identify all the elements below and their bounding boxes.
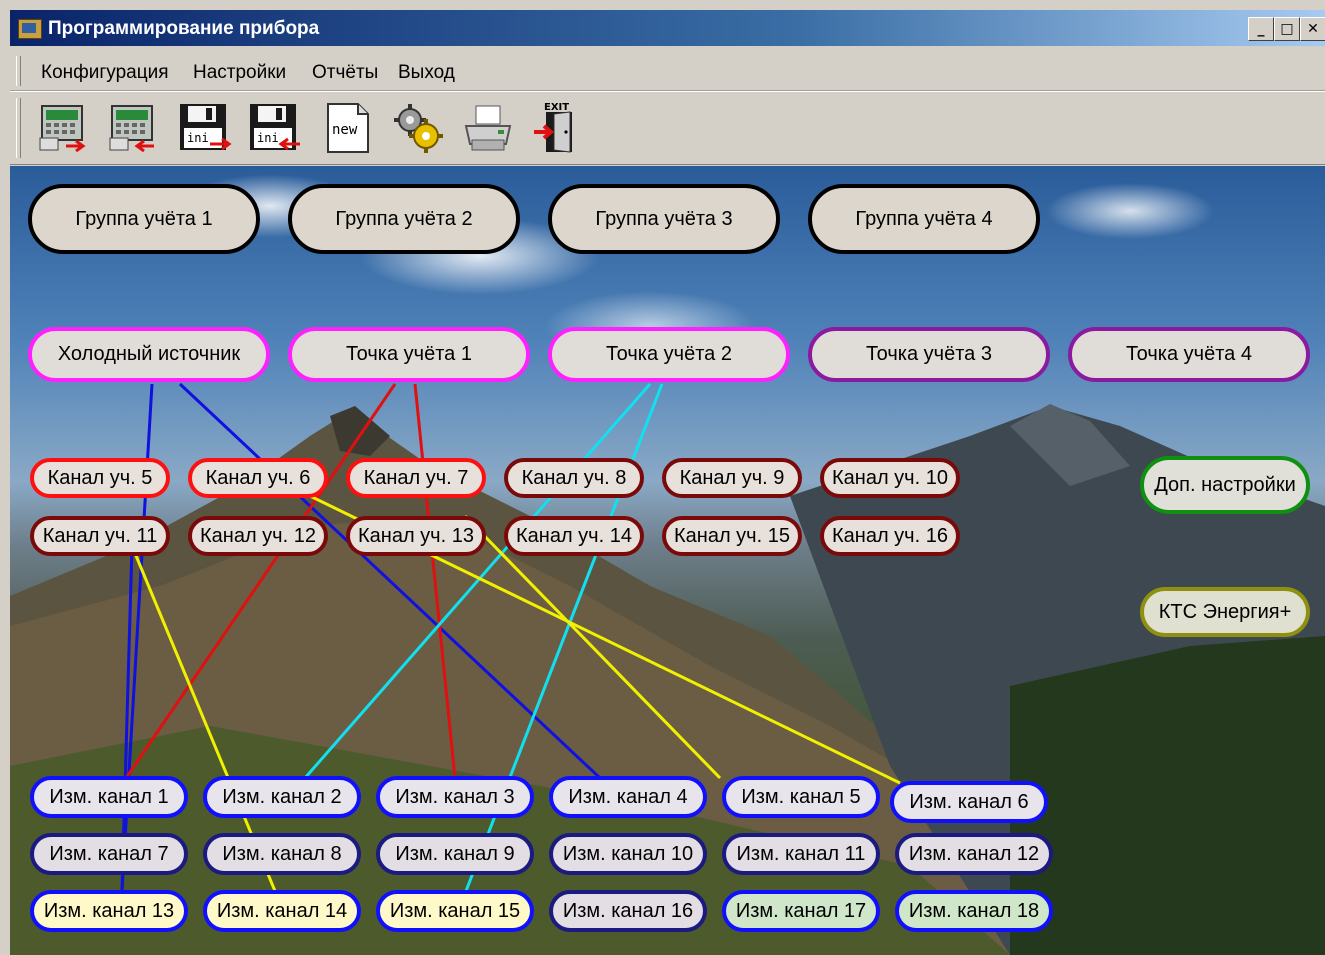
point-1-button[interactable]: Точка учёта 1 xyxy=(288,327,530,382)
app-window: Программирование прибора _ □ ✕ Конфигура… xyxy=(0,0,1325,955)
point-3-button[interactable]: Точка учёта 3 xyxy=(808,327,1050,382)
measurement-channel-2-button[interactable]: Изм. канал 2 xyxy=(203,776,361,818)
channel-16-button[interactable]: Канал уч. 16 xyxy=(820,516,960,556)
load-ini-icon[interactable]: ini xyxy=(246,100,302,156)
measurement-channel-6-button[interactable]: Изм. канал 6 xyxy=(890,781,1048,823)
channel-14-button[interactable]: Канал уч. 14 xyxy=(504,516,644,556)
link-line xyxy=(303,383,652,779)
measurement-channel-7-button[interactable]: Изм. канал 7 xyxy=(30,833,188,875)
group-4-button[interactable]: Группа учёта 4 xyxy=(808,184,1040,254)
menu-grip xyxy=(16,56,21,86)
close-button[interactable]: ✕ xyxy=(1300,17,1325,41)
extra-settings-button[interactable]: Доп. настройки xyxy=(1140,456,1310,514)
read-device-icon[interactable] xyxy=(36,100,92,156)
save-ini-icon[interactable]: ini xyxy=(176,100,232,156)
canvas-scene: Группа учёта 1 Группа учёта 2 Группа учё… xyxy=(10,166,1325,955)
menu-configuration[interactable]: Конфигурация xyxy=(41,62,169,84)
channel-10-button[interactable]: Канал уч. 10 xyxy=(820,458,960,498)
exit-label: EXIT xyxy=(544,102,569,113)
settings-gears-icon[interactable] xyxy=(390,100,446,156)
group-2-button[interactable]: Группа учёта 2 xyxy=(288,184,520,254)
measurement-channel-17-button[interactable]: Изм. канал 17 xyxy=(722,890,880,932)
link-line xyxy=(413,383,457,779)
measurement-channel-13-button[interactable]: Изм. канал 13 xyxy=(30,890,188,932)
point-2-button[interactable]: Точка учёта 2 xyxy=(548,327,790,382)
cold-source-button[interactable]: Холодный источник xyxy=(28,327,270,382)
measurement-channel-14-button[interactable]: Изм. канал 14 xyxy=(203,890,361,932)
group-3-button[interactable]: Группа учёта 3 xyxy=(548,184,780,254)
channel-9-button[interactable]: Канал уч. 9 xyxy=(662,458,802,498)
ini-label: ini xyxy=(257,131,279,145)
measurement-channel-1-button[interactable]: Изм. канал 1 xyxy=(30,776,188,818)
channel-15-button[interactable]: Канал уч. 15 xyxy=(662,516,802,556)
kts-energy-button[interactable]: КТС Энергия+ xyxy=(1140,587,1310,637)
toolbar: ini ini new EXIT xyxy=(10,91,1325,165)
measurement-channel-3-button[interactable]: Изм. канал 3 xyxy=(376,776,534,818)
link-line xyxy=(178,382,602,780)
window-title: Программирование прибора xyxy=(48,18,320,39)
point-4-button[interactable]: Точка учёта 4 xyxy=(1068,327,1310,382)
title-bar[interactable]: Программирование прибора _ □ ✕ xyxy=(10,10,1325,46)
new-document-icon[interactable]: new xyxy=(320,100,376,156)
measurement-channel-9-button[interactable]: Изм. канал 9 xyxy=(376,833,534,875)
channel-12-button[interactable]: Канал уч. 12 xyxy=(188,516,328,556)
measurement-channel-18-button[interactable]: Изм. канал 18 xyxy=(895,890,1053,932)
exit-door-icon[interactable]: EXIT xyxy=(530,100,586,156)
channel-13-button[interactable]: Канал уч. 13 xyxy=(346,516,486,556)
write-device-icon[interactable] xyxy=(106,100,162,156)
menu-settings[interactable]: Настройки xyxy=(193,62,286,84)
ini-label: ini xyxy=(187,131,209,145)
toolbar-grip xyxy=(16,98,21,158)
link-line xyxy=(124,383,397,779)
measurement-channel-15-button[interactable]: Изм. канал 15 xyxy=(376,890,534,932)
new-label: new xyxy=(332,122,358,138)
measurement-channel-16-button[interactable]: Изм. канал 16 xyxy=(549,890,707,932)
channel-5-button[interactable]: Канал уч. 5 xyxy=(30,458,170,498)
app-icon xyxy=(18,19,42,39)
channel-7-button[interactable]: Канал уч. 7 xyxy=(346,458,486,498)
group-1-button[interactable]: Группа учёта 1 xyxy=(28,184,260,254)
print-icon[interactable] xyxy=(460,100,516,156)
measurement-channel-12-button[interactable]: Изм. канал 12 xyxy=(895,833,1053,875)
menu-exit[interactable]: Выход xyxy=(398,62,455,84)
menu-bar: Конфигурация Настройки Отчёты Выход xyxy=(10,52,1325,91)
measurement-channel-5-button[interactable]: Изм. канал 5 xyxy=(722,776,880,818)
channel-11-button[interactable]: Канал уч. 11 xyxy=(30,516,170,556)
channel-8-button[interactable]: Канал уч. 8 xyxy=(504,458,644,498)
maximize-button[interactable]: □ xyxy=(1274,17,1300,41)
measurement-channel-8-button[interactable]: Изм. канал 8 xyxy=(203,833,361,875)
minimize-button[interactable]: _ xyxy=(1248,17,1274,41)
measurement-channel-4-button[interactable]: Изм. канал 4 xyxy=(549,776,707,818)
measurement-channel-11-button[interactable]: Изм. канал 11 xyxy=(722,833,880,875)
measurement-channel-10-button[interactable]: Изм. канал 10 xyxy=(549,833,707,875)
channel-6-button[interactable]: Канал уч. 6 xyxy=(188,458,328,498)
menu-reports[interactable]: Отчёты xyxy=(312,62,378,84)
